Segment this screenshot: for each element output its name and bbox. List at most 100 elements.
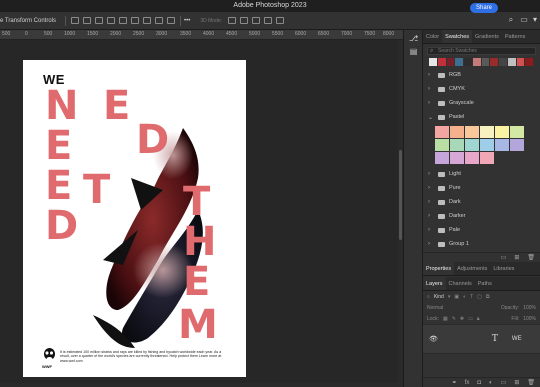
lock-pixels-icon[interactable]: ▦ [443,316,448,322]
transform-controls-label[interactable]: e Transform Controls [0,18,56,24]
recent-swatch[interactable] [516,58,525,66]
opacity-value[interactable]: 100% [523,305,536,311]
swatch[interactable] [510,139,524,151]
recent-swatch[interactable] [446,58,455,66]
layer-name[interactable]: WE [512,336,522,342]
recent-swatch[interactable] [472,58,481,66]
delete-swatch-icon[interactable]: 🗑︎ [527,254,535,261]
chevron-down-icon[interactable]: ▾ [448,294,451,300]
chevron-down-icon[interactable]: ⌄ [428,114,434,121]
swatch-folder[interactable]: › Group 1 [423,237,540,251]
filter-type-icon[interactable]: T [470,294,473,300]
lock-artboard-icon[interactable]: ▭ [468,316,473,322]
lock-paint-icon[interactable]: ✎ [452,316,456,322]
chevron-right-icon[interactable]: › [428,199,434,205]
recent-swatch[interactable] [507,58,516,66]
tab-properties[interactable]: Properties [423,262,455,275]
distribute-vertical-icon[interactable] [155,17,164,24]
tab-adjustments[interactable]: Adjustments [454,262,490,275]
recent-swatch[interactable] [455,58,463,66]
scale-3d-icon[interactable] [276,17,285,24]
swatch-folder[interactable]: › Dark [423,195,540,209]
swatch-folder[interactable]: ⌄ Pastel [423,110,540,124]
chevron-right-icon[interactable]: › [428,171,434,177]
swatch[interactable] [495,126,509,138]
chevron-right-icon[interactable]: › [428,185,434,191]
new-folder-icon[interactable]: ▭ [501,254,507,261]
tab-patterns[interactable]: Patterns [502,30,528,43]
adjustment-layer-icon[interactable]: ◐ [489,380,493,386]
chevron-right-icon[interactable]: › [428,241,434,247]
new-swatch-icon[interactable]: ⊞ [514,254,519,261]
new-layer-icon[interactable]: ⊞ [514,379,519,386]
recent-swatch[interactable] [429,58,437,66]
swatch[interactable] [435,126,449,138]
swatch[interactable] [480,152,494,164]
tab-swatches[interactable]: Swatches [442,30,473,43]
filter-pixel-icon[interactable]: ▣ [454,294,459,300]
swatch[interactable] [495,139,509,151]
recent-swatch[interactable] [481,58,490,66]
layer-kind-filter[interactable]: Kind [434,294,444,300]
blend-mode-select[interactable]: Normal [427,305,443,311]
lock-position-icon[interactable]: ✥ [460,316,464,322]
layer-row[interactable]: 👁︎ T WE [423,324,540,354]
distribute-icon[interactable] [143,17,152,24]
slide-3d-icon[interactable] [264,17,273,24]
search-icon[interactable]: ⌕ [507,16,515,24]
swatch-folder[interactable]: › Grayscale [423,96,540,110]
pan-3d-icon[interactable] [252,17,261,24]
swatch-folder[interactable]: › Darker [423,209,540,223]
swatch[interactable] [510,126,524,138]
tab-layers[interactable]: Layers [423,277,446,290]
align-center-icon[interactable] [83,17,92,24]
delete-layer-icon[interactable]: 🗑︎ [527,379,535,386]
tab-channels[interactable]: Channels [446,277,475,290]
tab-libraries[interactable]: Libraries [490,262,517,275]
recent-swatch[interactable] [437,58,446,66]
chevron-right-icon[interactable]: › [428,86,434,92]
swatch-folder[interactable]: › Pale [423,223,540,237]
recent-swatch[interactable] [464,58,472,66]
share-button[interactable]: Share [469,3,498,13]
align-bottom-icon[interactable] [131,17,140,24]
swatch[interactable] [465,139,479,151]
swatch[interactable] [450,139,464,151]
chevron-right-icon[interactable]: › [428,72,434,78]
swatch[interactable] [480,126,494,138]
tab-color[interactable]: Color [423,30,442,43]
swatch[interactable] [450,126,464,138]
recent-swatch[interactable] [490,58,498,66]
swatch[interactable] [465,152,479,164]
horizontal-scrollbar[interactable] [0,383,398,387]
new-group-icon[interactable]: ▭ [501,379,507,386]
swatch-folder[interactable]: › Light [423,167,540,181]
filter-adjustment-icon[interactable]: ◐ [463,294,466,300]
filter-shape-icon[interactable]: ▢ [477,294,482,300]
filter-smart-object-icon[interactable]: ⧉ [486,294,490,300]
workspace-icon[interactable]: ▭ [520,16,528,24]
swatch[interactable] [435,152,449,164]
swatches-search-input[interactable]: Search Swatches [427,47,536,55]
align-left-icon[interactable] [71,17,80,24]
fx-icon[interactable]: fx [465,380,470,386]
swatch[interactable] [435,139,449,151]
tab-paths[interactable]: Paths [475,277,495,290]
align-middle-icon[interactable] [119,17,128,24]
link-layers-icon[interactable]: ⚭ [452,379,457,386]
rotate-3d-icon[interactable] [228,17,237,24]
distribute-horizontal-icon[interactable] [167,17,176,24]
chevron-down-icon[interactable]: ▾ [531,16,539,24]
fill-value[interactable]: 100% [523,316,536,322]
swatch[interactable] [465,126,479,138]
visibility-eye-icon[interactable]: 👁︎ [429,335,438,343]
comment-icon[interactable]: ▤ [409,47,418,56]
swatch-folder[interactable]: › RGB [423,68,540,82]
canvas-area[interactable]: WE N E E D E D T T H E M WWF It is estim… [0,40,403,387]
history-icon[interactable]: ⎇ [409,34,418,43]
swatch[interactable] [450,152,464,164]
recent-swatch[interactable] [525,58,533,66]
align-right-icon[interactable] [95,17,104,24]
swatch-folder[interactable]: › CMYK [423,82,540,96]
recent-swatch[interactable] [499,58,507,66]
